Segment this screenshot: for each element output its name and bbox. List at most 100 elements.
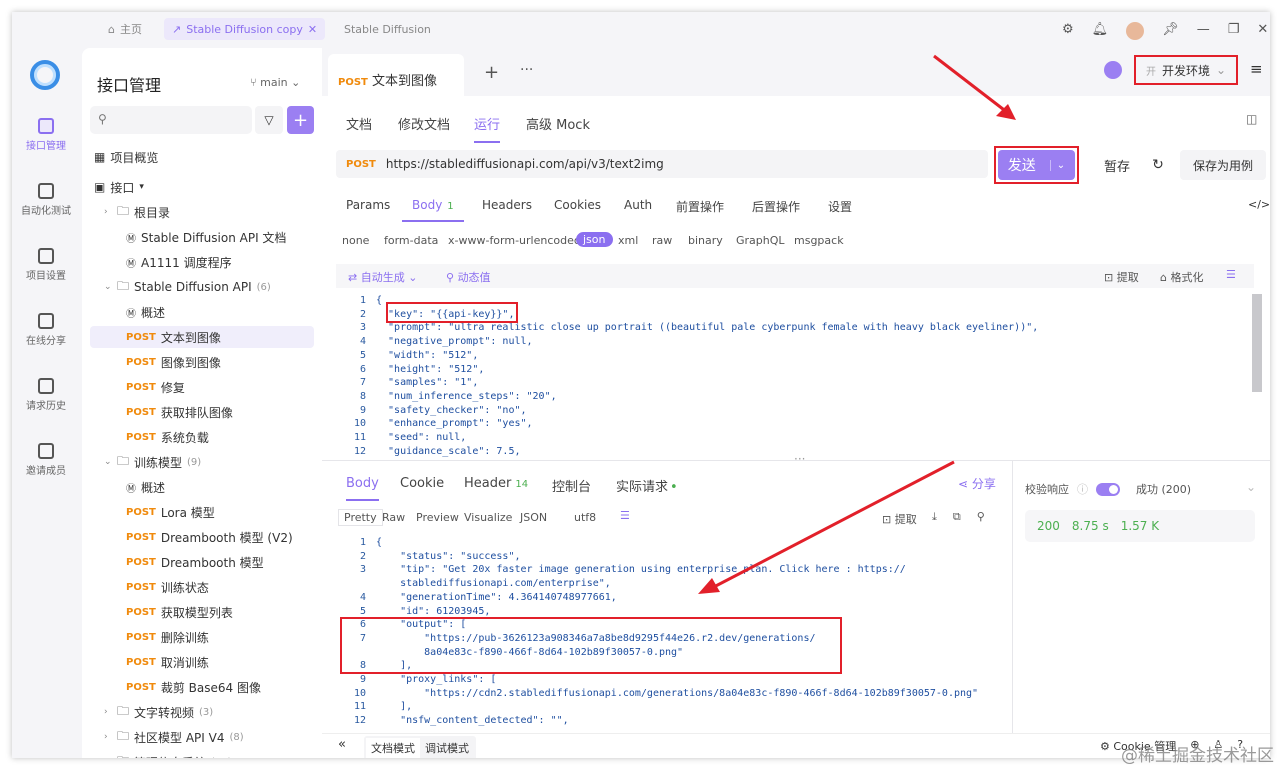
- tab-response-0[interactable]: Body: [346, 476, 379, 501]
- send-button[interactable]: 发送 ⌄: [998, 150, 1075, 180]
- url-input[interactable]: https://stablediffusionapi.com/api/v3/te…: [386, 157, 664, 171]
- tree-item[interactable]: › 🗀 根目录: [104, 201, 170, 223]
- environment-selector[interactable]: 开开发环境 ⌄: [1134, 55, 1238, 85]
- tree-item[interactable]: POST 获取模型列表: [126, 601, 233, 623]
- chevron-right-icon[interactable]: ›: [104, 207, 112, 217]
- tab-doc-3[interactable]: 高级 Mock: [526, 114, 590, 133]
- tree-item-overview[interactable]: ▦ 项目概览: [94, 146, 158, 168]
- body-type-binary[interactable]: binary: [688, 234, 723, 247]
- scrollbar[interactable]: [1252, 294, 1262, 392]
- chevron-right-icon[interactable]: ›: [104, 707, 112, 717]
- new-tab-icon[interactable]: +: [484, 62, 499, 83]
- maximize-icon[interactable]: ❐: [1228, 22, 1240, 40]
- body-type-x-www-form-urlencoded[interactable]: x-www-form-urlencoded: [448, 234, 581, 247]
- tab-response-3[interactable]: 控制台: [552, 476, 591, 495]
- extract-button[interactable]: ⊡ 提取: [1104, 269, 1139, 285]
- download-icon[interactable]: ⤓: [932, 510, 937, 524]
- tab-doc-2[interactable]: 运行: [474, 114, 501, 143]
- branch-selector[interactable]: ⑂ main ⌄: [250, 76, 300, 89]
- tab-doc-0[interactable]: 文档: [346, 114, 372, 133]
- resize-handle[interactable]: ···: [794, 452, 805, 466]
- search-icon[interactable]: ⚲: [977, 510, 985, 524]
- chevron-down-icon[interactable]: ⌄: [1246, 480, 1256, 494]
- tab-param-后置操作[interactable]: 后置操作: [752, 198, 800, 215]
- tab-param-auth[interactable]: Auth: [624, 198, 652, 212]
- tree-item[interactable]: POST 取消训练: [126, 651, 209, 673]
- more-icon[interactable]: ···: [520, 62, 533, 78]
- tree-item-api[interactable]: ▣ 接口 ▾: [94, 176, 144, 198]
- response-format-pretty[interactable]: Pretty: [338, 509, 383, 526]
- chevron-down-icon[interactable]: ⌄: [104, 457, 112, 467]
- tab-param-headers[interactable]: Headers: [482, 198, 532, 212]
- collapse-icon[interactable]: «: [338, 737, 346, 752]
- share-button[interactable]: ⋖ 分享: [958, 475, 996, 492]
- close-window-icon[interactable]: ✕: [1257, 22, 1268, 40]
- tree-item[interactable]: › 🗀 文字转视频 (3): [104, 701, 213, 723]
- tree-item[interactable]: POST 文本到图像: [90, 326, 314, 348]
- reset-icon[interactable]: ↻: [1144, 150, 1172, 180]
- tree-item[interactable]: Ⓜ A1111 调度程序: [126, 251, 232, 273]
- body-type-json[interactable]: json: [576, 232, 613, 247]
- body-type-xml[interactable]: xml: [618, 234, 638, 247]
- tree-item[interactable]: › 🗀 社区模型 API V4 (8): [104, 726, 244, 748]
- tree-item[interactable]: Ⓜ 概述: [126, 476, 165, 498]
- filter-button[interactable]: ▽: [255, 106, 283, 134]
- tab-doc-1[interactable]: 修改文档: [398, 114, 450, 133]
- tree-item[interactable]: POST Lora 模型: [126, 501, 215, 523]
- panel-toggle-icon[interactable]: ◫: [1246, 112, 1257, 126]
- code-icon[interactable]: </>: [1248, 198, 1270, 211]
- chevron-down-icon[interactable]: ⌄: [104, 282, 112, 292]
- tree-item[interactable]: Ⓜ 概述: [126, 301, 165, 323]
- rail-item-history[interactable]: 请求历史: [12, 378, 80, 412]
- save-temp-button[interactable]: 暂存: [1092, 150, 1142, 180]
- tab-response-1[interactable]: Cookie: [400, 476, 444, 491]
- tab-response-2[interactable]: Header 14: [464, 476, 528, 491]
- tree-item[interactable]: POST Dreambooth 模型 (V2): [126, 526, 293, 548]
- response-format-utf8[interactable]: utf8: [574, 511, 596, 524]
- body-type-GraphQL[interactable]: GraphQL: [736, 234, 785, 247]
- validate-toggle[interactable]: [1096, 482, 1120, 496]
- save-case-button[interactable]: 保存为用例: [1180, 150, 1266, 180]
- tree-item[interactable]: › 🗀 管理信息系统 (12): [104, 751, 232, 759]
- tree-item[interactable]: ⌄ 🗀 Stable Diffusion API (6): [104, 276, 271, 298]
- response-format-visualize[interactable]: Visualize: [464, 511, 512, 524]
- tree-item[interactable]: POST Dreambooth 模型: [126, 551, 264, 573]
- search-input[interactable]: ⚲: [90, 106, 252, 134]
- rail-item-api[interactable]: 接口管理: [12, 118, 80, 152]
- wrap-icon[interactable]: ☰: [1226, 268, 1236, 281]
- bell-icon[interactable]: 🔔︎: [1092, 22, 1109, 40]
- close-icon[interactable]: ✕: [308, 23, 317, 36]
- tab-param-body[interactable]: Body 1: [402, 198, 464, 222]
- pin-icon[interactable]: 📌︎: [1162, 22, 1179, 40]
- response-format-preview[interactable]: Preview: [416, 511, 459, 524]
- chevron-down-icon[interactable]: ⌄: [1049, 159, 1065, 171]
- tab-param-params[interactable]: Params: [346, 198, 390, 212]
- add-button[interactable]: +: [287, 106, 314, 134]
- dynamic-value-button[interactable]: ⚲ 动态值: [446, 269, 491, 285]
- copy-icon[interactable]: ⧉: [953, 510, 961, 524]
- tree-item[interactable]: POST 训练状态: [126, 576, 209, 598]
- body-type-none[interactable]: none: [342, 234, 369, 247]
- home-tab[interactable]: ⌂ 主页: [100, 18, 150, 40]
- menu-icon[interactable]: ≡: [1250, 60, 1263, 78]
- minimize-icon[interactable]: —: [1197, 22, 1210, 40]
- tab-param-前置操作[interactable]: 前置操作: [676, 198, 724, 215]
- avatar[interactable]: [1126, 22, 1145, 40]
- validate-result[interactable]: 成功 (200): [1136, 481, 1191, 497]
- tree-item[interactable]: POST 获取排队图像: [126, 401, 233, 423]
- tree-item[interactable]: ⌄ 🗀 训练模型 (9): [104, 451, 201, 473]
- format-button[interactable]: ⌂ 格式化: [1160, 269, 1203, 285]
- body-type-msgpack[interactable]: msgpack: [794, 234, 844, 247]
- tab-stable-diffusion-copy[interactable]: ↗ Stable Diffusion copy ✕: [164, 18, 326, 40]
- url-bar[interactable]: POST https://stablediffusionapi.com/api/v…: [336, 150, 988, 178]
- body-type-form-data[interactable]: form-data: [384, 234, 438, 247]
- tree-item[interactable]: POST 图像到图像: [126, 351, 221, 373]
- rail-item-settings[interactable]: 项目设置: [12, 248, 80, 282]
- tab-param-cookies[interactable]: Cookies: [554, 198, 601, 212]
- tree-item[interactable]: Ⓜ Stable Diffusion API 文档: [126, 226, 286, 248]
- tab-text-to-image[interactable]: POST 文本到图像: [328, 54, 464, 96]
- tree-item[interactable]: POST 修复: [126, 376, 185, 398]
- resp-extract-button[interactable]: ⊡ 提取: [882, 511, 917, 527]
- response-format-json[interactable]: JSON: [520, 511, 547, 524]
- rail-item-share[interactable]: 在线分享: [12, 313, 80, 347]
